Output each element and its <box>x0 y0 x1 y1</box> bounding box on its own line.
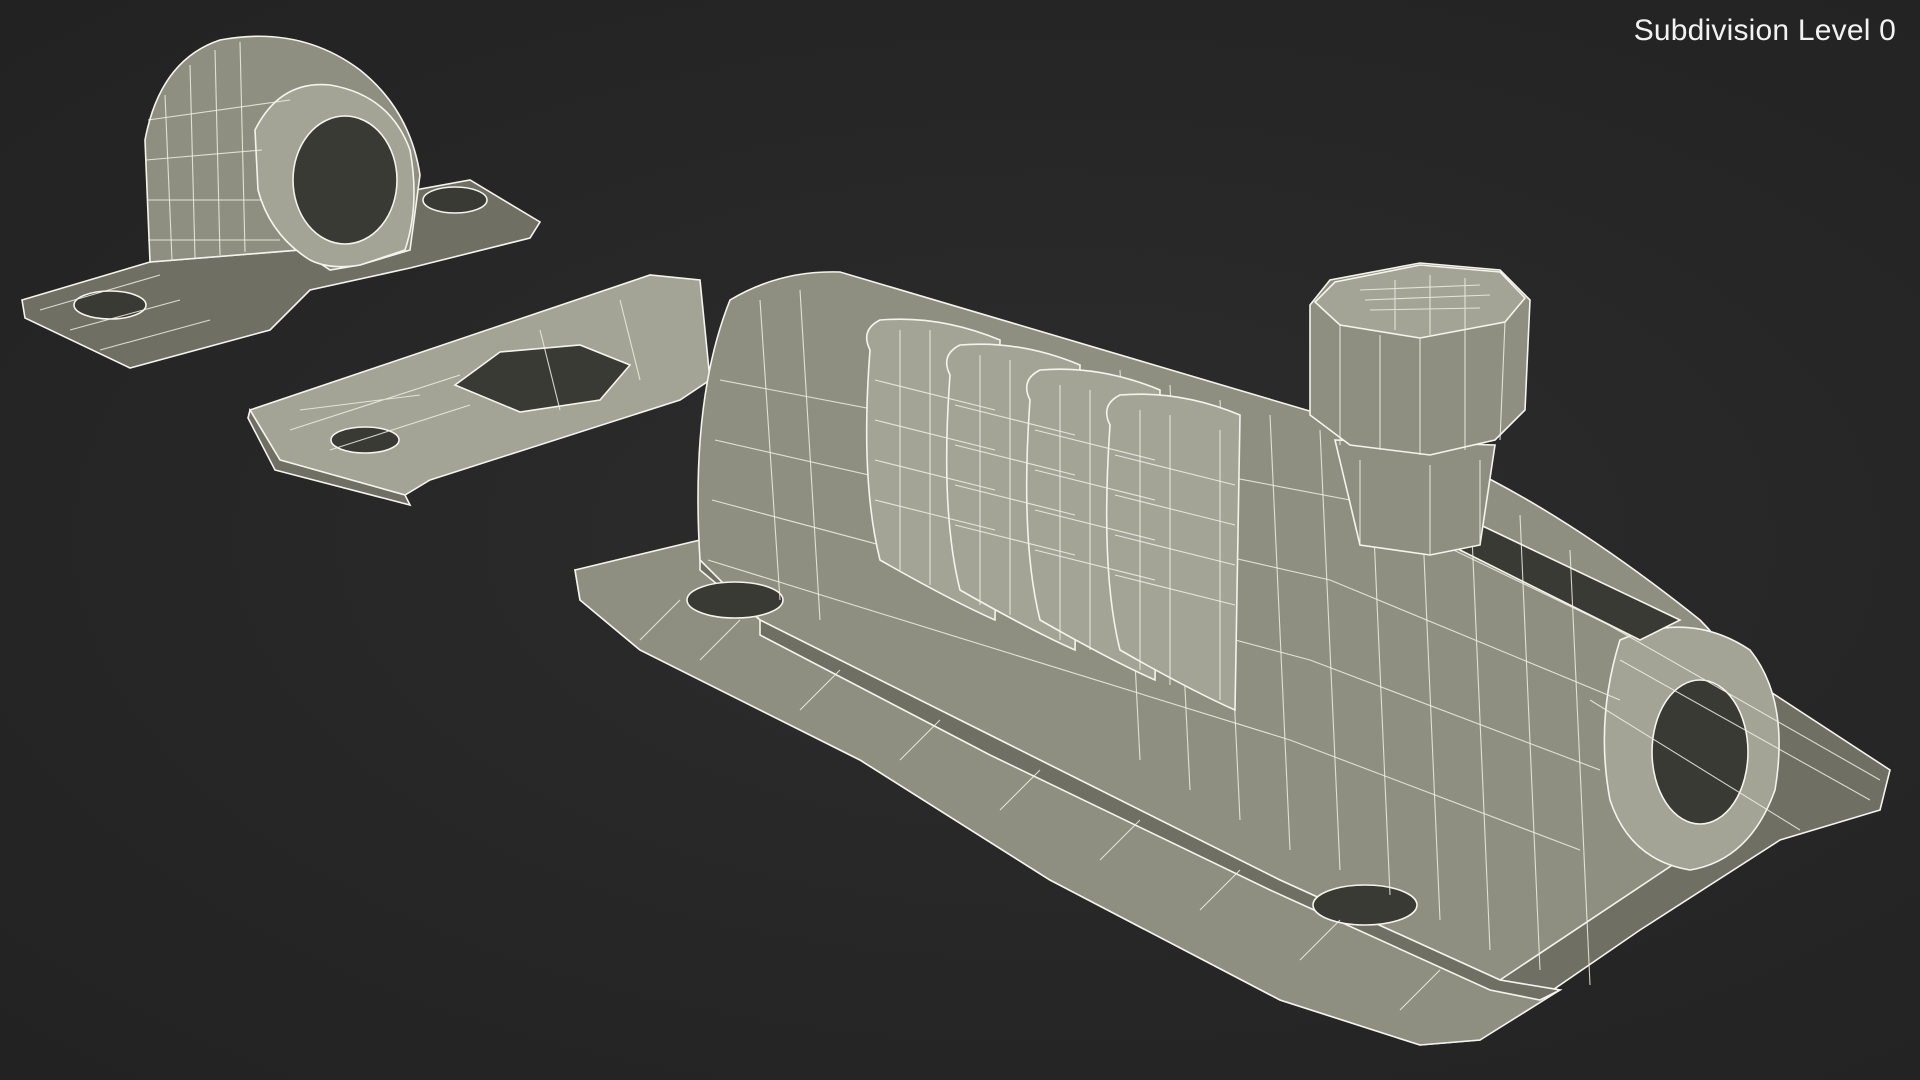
subdivision-level-label: Subdivision Level 0 <box>1633 14 1896 47</box>
keeper-staple[interactable] <box>21 35 542 369</box>
latch-plate[interactable] <box>247 274 711 507</box>
3d-viewport[interactable]: Subdivision Level 0 <box>0 0 1920 1080</box>
scene-canvas[interactable] <box>0 0 1920 1080</box>
